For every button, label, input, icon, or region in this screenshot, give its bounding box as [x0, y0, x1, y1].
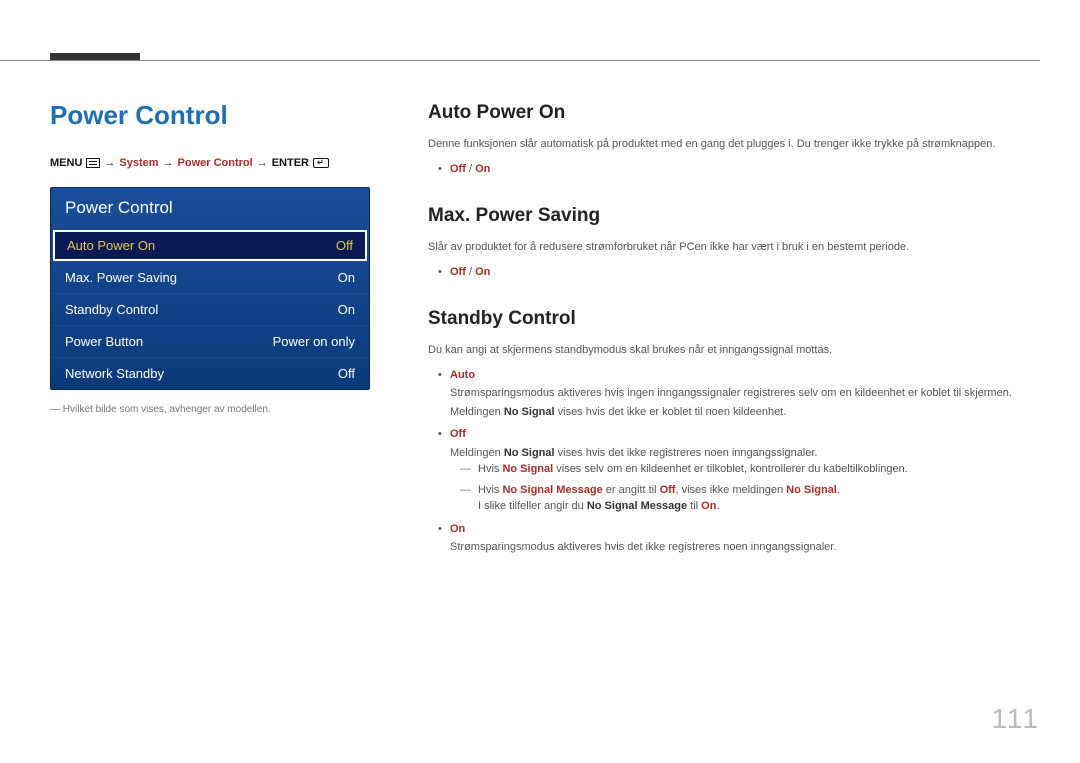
text: Hvis: [478, 463, 502, 475]
opt-on-line1: Strømsparingsmodus aktiveres hvis det ik…: [450, 539, 1040, 556]
opt-auto-label: Auto: [450, 369, 475, 381]
breadcrumb-system: System: [119, 157, 158, 169]
no-signal-message-red: No Signal Message: [502, 484, 602, 496]
breadcrumb: MENU → System → Power Control → ENTER: [50, 157, 370, 169]
opt-off: Off: [450, 266, 466, 278]
opt-auto-line1: Strømsparingsmodus aktiveres hvis ingen …: [450, 385, 1040, 402]
section-standby-control: Standby Control Du kan angi at skjermens…: [428, 308, 1040, 556]
text: Hvis: [478, 484, 502, 496]
text: til: [687, 500, 701, 512]
osd-row-value: On: [338, 302, 355, 317]
heading-auto-power-on: Auto Power On: [428, 102, 1040, 124]
text: Meldingen: [450, 406, 504, 418]
breadcrumb-menu-label: MENU: [50, 157, 82, 169]
opt-sep: /: [466, 266, 475, 278]
osd-row-auto-power-on[interactable]: Auto Power On Off: [53, 230, 367, 261]
text: .: [716, 500, 719, 512]
footnote-prefix: ―: [50, 404, 60, 415]
opt-auto-line2: Meldingen No Signal vises hvis det ikke …: [450, 404, 1040, 421]
opt-off-dash2: Hvis No Signal Message er angitt til Off…: [450, 482, 1040, 515]
options-standby-control: Auto Strømsparingsmodus aktiveres hvis i…: [428, 367, 1040, 556]
osd-footnote: ― Hvilket bilde som vises, avhenger av m…: [50, 404, 370, 415]
text: vises hvis det ikke registreres noen inn…: [555, 447, 818, 459]
breadcrumb-arrow-1: →: [104, 157, 115, 169]
page-title: Power Control: [50, 100, 370, 131]
opt-on-label: On: [450, 523, 465, 535]
text: Meldingen: [450, 447, 504, 459]
breadcrumb-enter-label: ENTER: [272, 157, 309, 169]
text: , vises ikke meldingen: [675, 484, 786, 496]
osd-row-label: Standby Control: [65, 302, 158, 317]
osd-row-value: Off: [338, 366, 355, 381]
option-auto: Auto Strømsparingsmodus aktiveres hvis i…: [450, 367, 1040, 421]
option-off-on: Off / On: [450, 161, 1040, 178]
opt-off-line1: Meldingen No Signal vises hvis det ikke …: [450, 445, 1040, 462]
osd-row-label: Auto Power On: [67, 238, 155, 253]
page-number: 111: [991, 703, 1040, 735]
no-signal-red: No Signal: [786, 484, 837, 496]
option-off-on: Off / On: [450, 264, 1040, 281]
top-tab: [50, 53, 140, 60]
heading-standby-control: Standby Control: [428, 308, 1040, 330]
osd-row-label: Network Standby: [65, 366, 164, 381]
section-auto-power-on: Auto Power On Denne funksjonen slår auto…: [428, 102, 1040, 177]
breadcrumb-arrow-3: →: [257, 157, 268, 169]
osd-row-max-power-saving[interactable]: Max. Power Saving On: [51, 261, 369, 293]
osd-row-value: Power on only: [273, 334, 355, 349]
osd-row-label: Max. Power Saving: [65, 270, 177, 285]
desc-auto-power-on: Denne funksjonen slår automatisk på prod…: [428, 136, 1040, 153]
text: vises hvis det ikke er koblet til noen k…: [555, 406, 787, 418]
osd-panel: Power Control Auto Power On Off Max. Pow…: [50, 187, 370, 390]
opt-off: Off: [450, 163, 466, 175]
opt-off-dash1: Hvis No Signal vises selv om en kildeenh…: [450, 461, 1040, 478]
osd-row-value: Off: [336, 238, 353, 253]
text: I slike tilfeller angir du: [478, 500, 587, 512]
options-auto-power-on: Off / On: [428, 161, 1040, 178]
breadcrumb-arrow-2: →: [163, 157, 174, 169]
page-content: Power Control MENU → System → Power Cont…: [50, 100, 1040, 723]
heading-max-power-saving: Max. Power Saving: [428, 205, 1040, 227]
no-signal-bold: No Signal: [504, 447, 555, 459]
top-rule: [0, 60, 1040, 61]
option-on: On Strømsparingsmodus aktiveres hvis det…: [450, 521, 1040, 556]
osd-row-standby-control[interactable]: Standby Control On: [51, 293, 369, 325]
opt-on: On: [475, 163, 490, 175]
osd-row-label: Power Button: [65, 334, 143, 349]
osd-row-network-standby[interactable]: Network Standby Off: [51, 357, 369, 389]
opt-off-label: Off: [450, 428, 466, 440]
text: er angitt til: [603, 484, 660, 496]
text: .: [837, 484, 840, 496]
osd-row-value: On: [338, 270, 355, 285]
desc-max-power-saving: Slår av produktet for å redusere strømfo…: [428, 239, 1040, 256]
section-max-power-saving: Max. Power Saving Slår av produktet for …: [428, 205, 1040, 280]
left-column: Power Control MENU → System → Power Cont…: [50, 100, 370, 584]
footnote-text: Hvilket bilde som vises, avhenger av mod…: [63, 404, 271, 415]
desc-standby-control: Du kan angi at skjermens standbymodus sk…: [428, 342, 1040, 359]
option-off: Off Meldingen No Signal vises hvis det i…: [450, 426, 1040, 515]
no-signal-message-bold: No Signal Message: [587, 500, 687, 512]
text: vises selv om en kildeenhet er tilkoblet…: [553, 463, 908, 475]
enter-icon: [313, 158, 329, 168]
on-red: On: [701, 500, 716, 512]
off-red: Off: [660, 484, 676, 496]
opt-sep: /: [466, 163, 475, 175]
no-signal-red: No Signal: [502, 463, 553, 475]
options-max-power-saving: Off / On: [428, 264, 1040, 281]
breadcrumb-power-control: Power Control: [178, 157, 253, 169]
no-signal-bold: No Signal: [504, 406, 555, 418]
osd-title: Power Control: [51, 188, 369, 230]
osd-row-power-button[interactable]: Power Button Power on only: [51, 325, 369, 357]
menu-icon: [86, 158, 100, 168]
right-column: Auto Power On Denne funksjonen slår auto…: [428, 100, 1040, 584]
opt-on: On: [475, 266, 490, 278]
